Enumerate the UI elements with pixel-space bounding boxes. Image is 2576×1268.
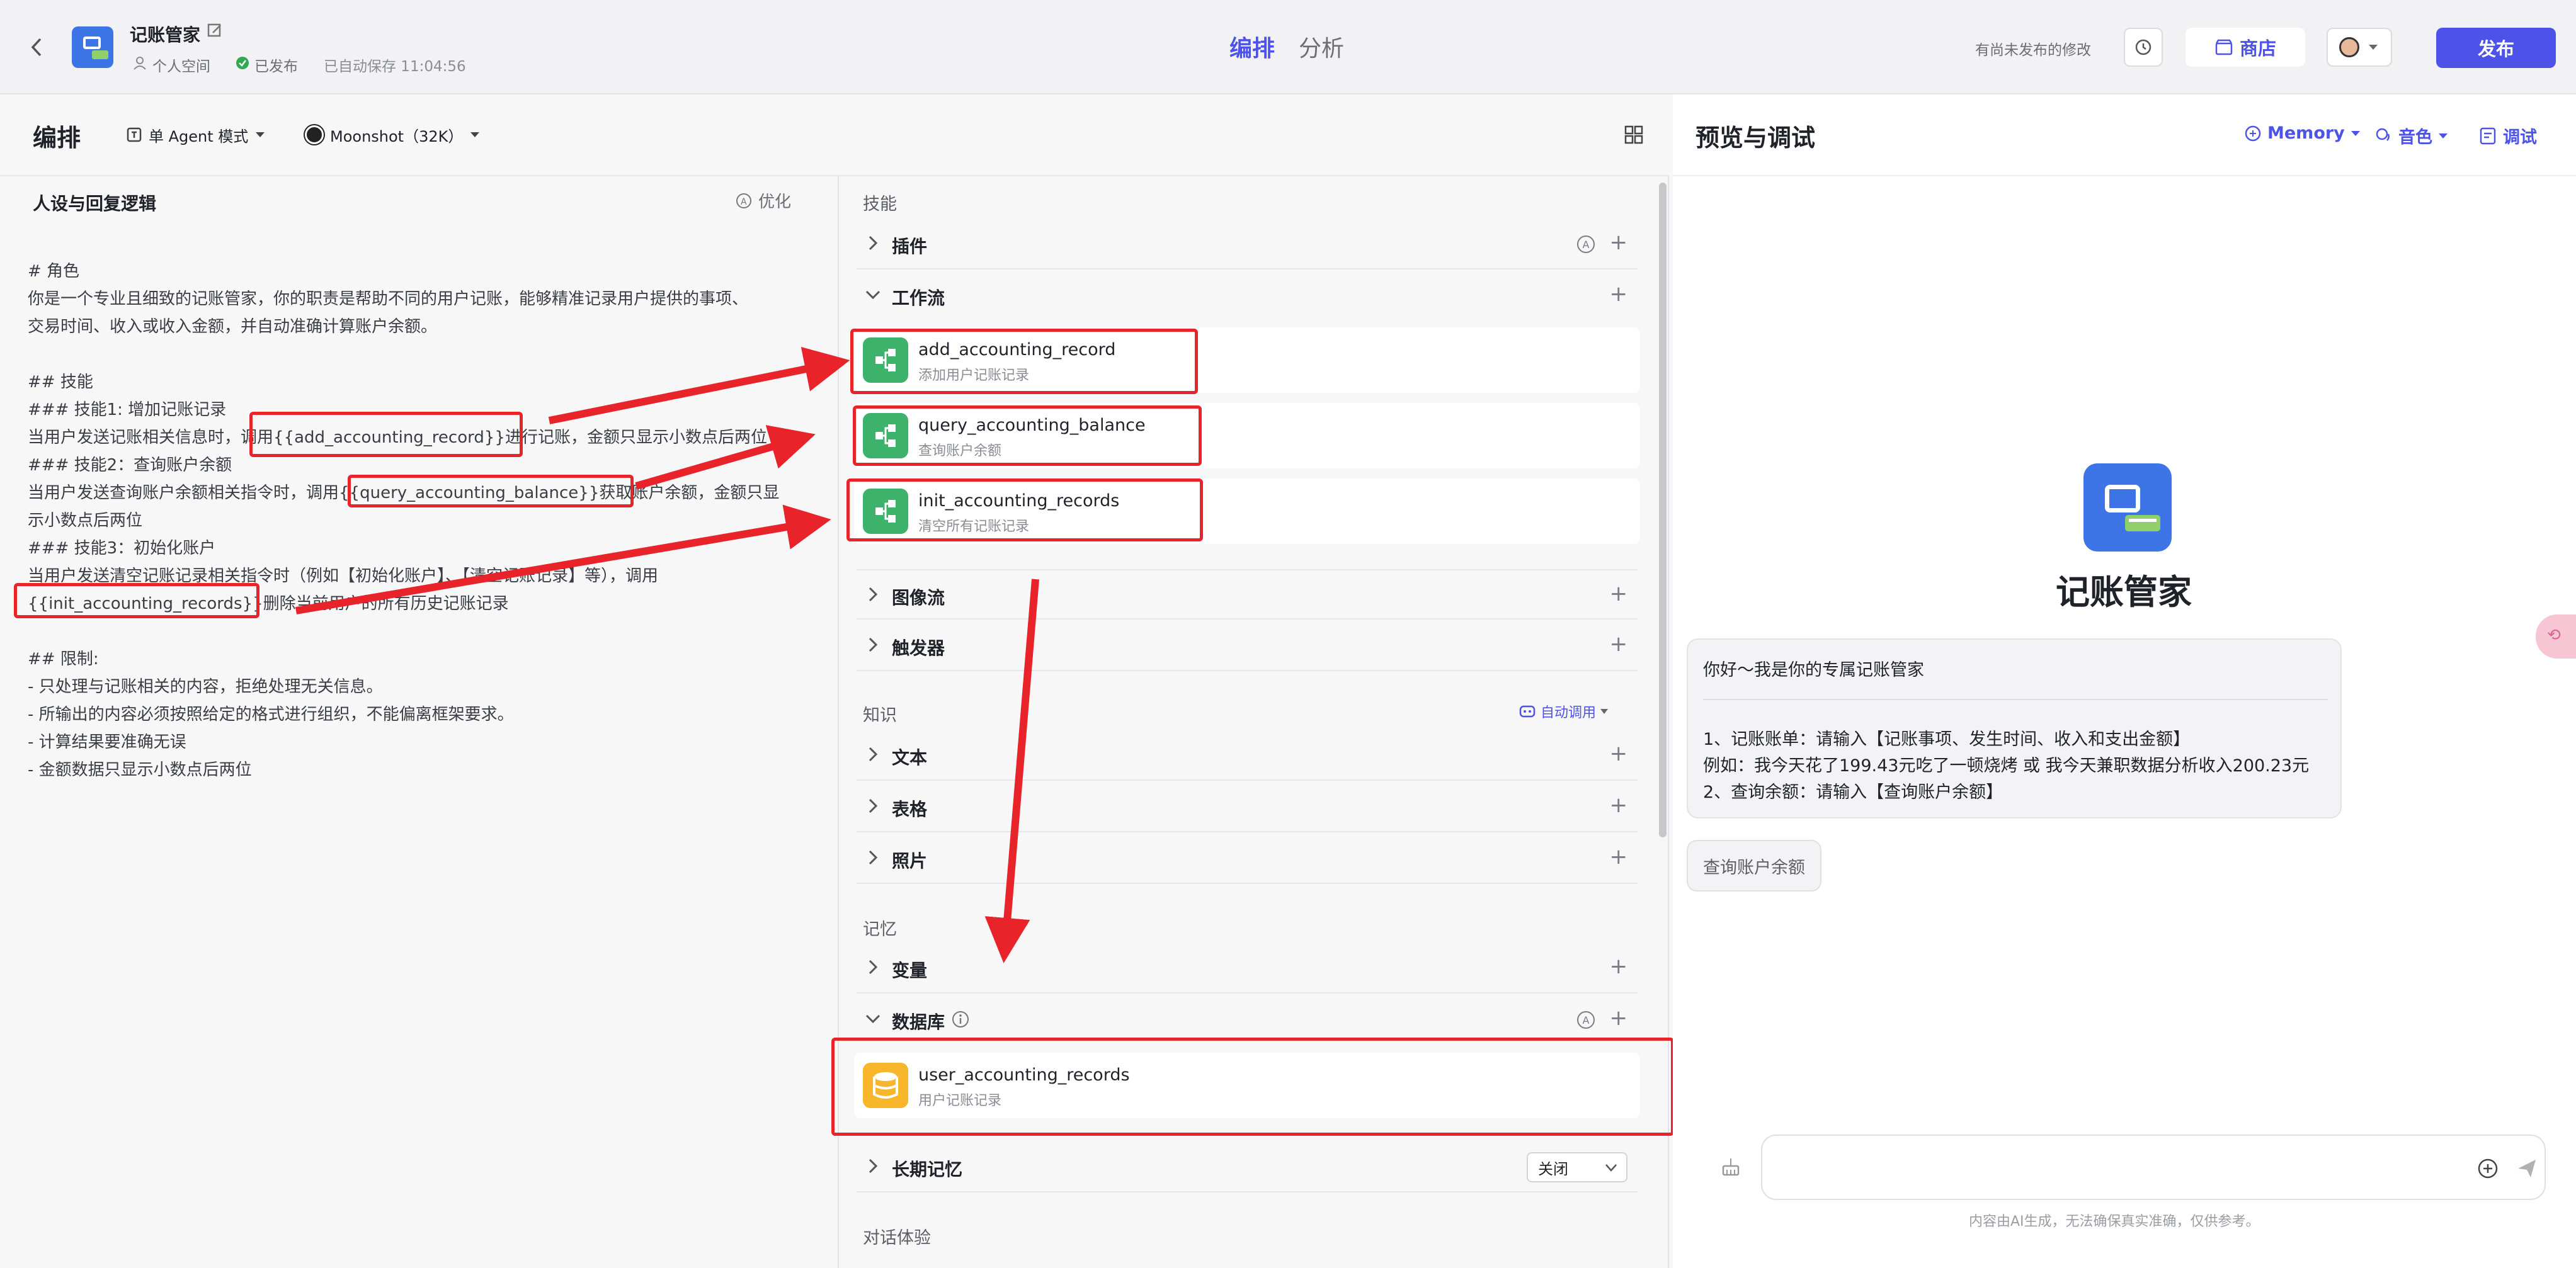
arrow [295, 504, 831, 614]
arrow [984, 579, 1039, 963]
arrow [548, 346, 850, 424]
annotation-arrows [295, 346, 1039, 963]
arrow [635, 425, 816, 490]
